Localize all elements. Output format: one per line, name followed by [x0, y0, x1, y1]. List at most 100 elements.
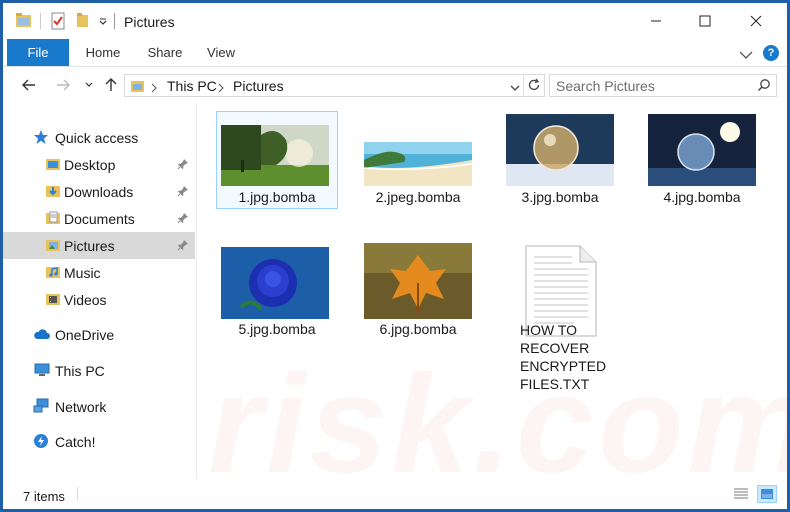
address-row: This PC Pictures	[3, 67, 787, 103]
recent-locations-button[interactable]	[79, 75, 99, 95]
music-folder-icon	[45, 264, 61, 280]
nav-item-label: Catch!	[55, 434, 96, 450]
breadcrumb-this-pc[interactable]: This PC	[167, 78, 217, 94]
file-name: HOW TO RECOVER ENCRYPTED FILES.TXT	[520, 322, 607, 392]
item-count: 7 items	[23, 489, 65, 504]
file-item[interactable]: 4.jpg.bomba	[642, 112, 762, 208]
computer-icon	[33, 362, 50, 378]
status-bar: 7 items	[3, 479, 787, 509]
refresh-icon[interactable]	[527, 78, 541, 95]
nav-item-documents[interactable]: Documents	[3, 205, 195, 232]
nav-item-label: This PC	[55, 363, 105, 379]
up-arrow-icon	[105, 78, 117, 91]
details-view-icon	[734, 488, 748, 499]
image-thumbnail	[506, 114, 614, 186]
nav-item-label: Music	[64, 265, 101, 281]
nav-item-network[interactable]: Network	[3, 393, 195, 420]
chevron-down-icon	[85, 82, 93, 87]
forward-button[interactable]	[53, 75, 73, 95]
file-name: 4.jpg.bomba	[663, 189, 741, 205]
file-item[interactable]: 5.jpg.bomba	[217, 241, 337, 341]
nav-item-pictures[interactable]: Pictures	[3, 232, 195, 259]
nav-item-videos[interactable]: Videos	[3, 286, 195, 313]
pictures-folder-icon	[45, 237, 61, 253]
properties-icon[interactable]	[49, 12, 67, 33]
expand-ribbon-chevron-icon[interactable]	[739, 48, 753, 63]
image-thumbnail	[221, 247, 329, 319]
nav-item-label: Desktop	[64, 157, 116, 173]
nav-item-music[interactable]: Music	[3, 259, 195, 286]
tab-view[interactable]: View	[199, 39, 243, 66]
large-icons-view-icon	[761, 489, 773, 499]
file-name: 2.jpeg.bomba	[375, 189, 461, 205]
file-name: 6.jpg.bomba	[379, 321, 457, 337]
file-item[interactable]: 2.jpeg.bomba	[358, 112, 478, 208]
nav-item-desktop[interactable]: Desktop	[3, 151, 195, 178]
file-list: risk.com 1.jpg.bomba 2.jpeg.bomba 3.jpg.…	[198, 103, 787, 479]
minimize-icon	[651, 20, 661, 22]
tab-home[interactable]: Home	[79, 39, 127, 66]
navigation-pane: Quick access Desktop Downloads Documents	[3, 103, 197, 479]
nav-item-label: Quick access	[55, 130, 139, 146]
image-thumbnail	[221, 125, 329, 186]
close-icon	[750, 15, 762, 27]
pin-icon[interactable]	[177, 158, 189, 170]
file-item[interactable]: 1.jpg.bomba	[216, 111, 338, 209]
cloud-icon	[33, 326, 50, 342]
search-icon[interactable]	[757, 78, 771, 95]
explorer-folder-icon[interactable]	[15, 12, 33, 31]
divider	[77, 487, 78, 501]
search-input[interactable]	[556, 77, 752, 94]
pin-icon[interactable]	[177, 212, 189, 224]
image-thumbnail	[364, 243, 472, 319]
window-title: Pictures	[124, 14, 175, 30]
maximize-button[interactable]	[682, 3, 728, 39]
breadcrumb-chevron-icon	[217, 81, 225, 96]
star-icon	[33, 129, 49, 145]
address-bar[interactable]: This PC Pictures	[124, 74, 545, 97]
nav-item-downloads[interactable]: Downloads	[3, 178, 195, 205]
nav-item-onedrive[interactable]: OneDrive	[3, 321, 195, 348]
tab-share[interactable]: Share	[141, 39, 189, 66]
large-icons-view-button[interactable]	[757, 485, 777, 503]
folder-icon	[45, 156, 61, 172]
explorer-window: Pictures File Home Share View ? This PC …	[3, 3, 787, 509]
back-arrow-icon	[22, 79, 35, 91]
up-button[interactable]	[101, 75, 121, 95]
nav-item-catch[interactable]: Catch!	[3, 428, 195, 455]
videos-folder-icon	[45, 291, 61, 307]
nav-item-label: Videos	[64, 292, 107, 308]
breadcrumb-pictures[interactable]: Pictures	[233, 78, 284, 94]
maximize-icon	[699, 15, 711, 27]
back-button[interactable]	[19, 75, 39, 95]
details-view-button[interactable]	[731, 485, 751, 503]
nav-item-label: Pictures	[64, 238, 115, 254]
pin-icon[interactable]	[177, 239, 189, 251]
help-icon[interactable]: ?	[763, 45, 779, 61]
file-name: 3.jpg.bomba	[521, 189, 599, 205]
file-name: 5.jpg.bomba	[238, 321, 316, 337]
breadcrumb-chevron-icon	[150, 81, 158, 96]
nav-item-label: OneDrive	[55, 327, 115, 343]
pictures-location-icon	[130, 78, 146, 97]
file-item[interactable]: HOW TO RECOVER ENCRYPTED FILES.TXT	[500, 241, 620, 392]
address-history-chevron-icon[interactable]	[509, 81, 521, 96]
tab-file[interactable]: File	[7, 39, 69, 66]
nav-item-quick-access[interactable]: Quick access	[3, 124, 195, 151]
customize-toolbar-chevron-icon[interactable]	[98, 15, 108, 30]
divider	[40, 13, 41, 29]
file-item[interactable]: 3.jpg.bomba	[500, 112, 620, 208]
new-folder-icon[interactable]	[75, 12, 91, 31]
forward-arrow-icon	[57, 79, 70, 91]
file-name: 1.jpg.bomba	[238, 189, 316, 205]
file-item[interactable]: 6.jpg.bomba	[358, 241, 478, 341]
nav-item-this-pc[interactable]: This PC	[3, 357, 195, 384]
catch-icon	[33, 433, 49, 449]
nav-item-label: Documents	[64, 211, 135, 227]
pin-icon[interactable]	[177, 185, 189, 197]
ribbon: File Home Share View ?	[3, 39, 787, 67]
minimize-button[interactable]	[633, 3, 679, 39]
close-button[interactable]	[733, 3, 779, 39]
title-separator	[114, 13, 115, 29]
nav-item-label: Downloads	[64, 184, 134, 200]
